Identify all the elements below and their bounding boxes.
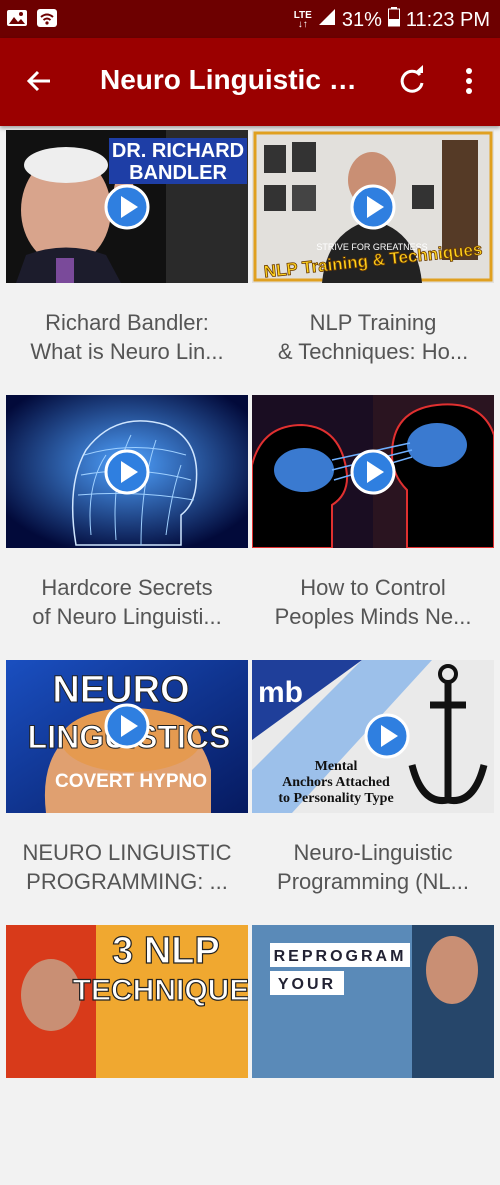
video-card[interactable]: 3 NLP TECHNIQUES xyxy=(6,925,248,1185)
video-title: Richard Bandler: What is Neuro Lin... xyxy=(30,310,224,364)
wifi-icon xyxy=(36,8,58,33)
thumbnail-text: COVERT HYPNO xyxy=(55,771,207,792)
video-card[interactable]: NEURO LINGUISTICS COVERT HYPNO NEURO LIN… xyxy=(6,660,248,920)
thumbnail-text: Mental xyxy=(315,759,358,774)
network-type: LTE ↓↑ xyxy=(293,10,312,30)
battery-percent: 31% xyxy=(341,8,382,31)
video-thumbnail[interactable] xyxy=(252,395,494,548)
play-icon xyxy=(104,703,150,748)
video-title: NLP Training & Techniques: Ho... xyxy=(277,310,469,364)
play-icon xyxy=(350,184,396,229)
thumbnail-text: REPROGRAM xyxy=(274,948,407,965)
more-options-button[interactable] xyxy=(455,64,483,98)
thumbnail-text: BANDLER xyxy=(129,162,227,184)
video-thumbnail[interactable]: DR. RICHARD BANDLER xyxy=(6,130,248,283)
video-thumbnail[interactable]: 3 NLP TECHNIQUES xyxy=(6,925,248,1078)
video-thumbnail[interactable]: REPROGRAM YOUR xyxy=(252,925,494,1078)
video-title: NEURO LINGUISTIC PROGRAMMING: ... xyxy=(22,840,232,894)
thumbnail-text: mb xyxy=(258,676,303,709)
video-card[interactable]: Hardcore Secrets of Neuro Linguisti... xyxy=(6,395,248,655)
clock: 11:23 PM xyxy=(405,8,490,31)
video-card[interactable]: STRIVE FOR GREATNESS NLP Training & Tech… xyxy=(252,130,494,390)
gallery-icon xyxy=(6,8,28,33)
thumbnail-text: DR. RICHARD xyxy=(112,140,244,162)
video-card[interactable]: DR. RICHARD BANDLER Richard Bandler: Wha… xyxy=(6,130,248,390)
video-thumbnail[interactable] xyxy=(6,395,248,548)
play-icon xyxy=(350,449,396,494)
refresh-icon xyxy=(400,65,424,93)
video-card[interactable]: mb Mental Anchors Attached to Personalit… xyxy=(252,660,494,920)
refresh-button[interactable] xyxy=(396,64,428,98)
back-button[interactable] xyxy=(22,64,56,98)
video-title: How to Control Peoples Minds Ne... xyxy=(274,575,472,629)
thumbnail-text: TECHNIQUES xyxy=(73,974,248,1007)
more-vert-icon xyxy=(466,68,472,94)
video-thumbnail[interactable]: NEURO LINGUISTICS COVERT HYPNO xyxy=(6,660,248,813)
thumbnail-text: 3 NLP xyxy=(112,930,220,972)
video-thumbnail[interactable]: STRIVE FOR GREATNESS NLP Training & Tech… xyxy=(252,130,494,283)
thumbnail-text: Anchors Attached xyxy=(282,775,390,790)
video-card[interactable]: REPROGRAM YOUR xyxy=(252,925,494,1185)
thumbnail-text: YOUR xyxy=(278,976,336,993)
video-thumbnail[interactable]: mb Mental Anchors Attached to Personalit… xyxy=(252,660,494,813)
play-icon xyxy=(104,184,150,229)
signal-icon xyxy=(318,8,336,32)
play-icon xyxy=(104,449,150,494)
video-title: Hardcore Secrets of Neuro Linguisti... xyxy=(32,575,222,629)
play-icon xyxy=(364,713,410,758)
video-card[interactable]: How to Control Peoples Minds Ne... xyxy=(252,395,494,655)
video-title: Neuro-Linguistic Programming (NL... xyxy=(277,840,469,894)
page-title: Neuro Linguistic Pr... xyxy=(100,64,365,95)
battery-icon xyxy=(387,7,400,33)
app-bar: Neuro Linguistic Pr... xyxy=(0,38,500,126)
status-bar: LTE ↓↑ 31% 11:23 PM xyxy=(0,0,500,38)
arrow-back-icon xyxy=(26,70,50,92)
thumbnail-text: to Personality Type xyxy=(278,791,393,806)
